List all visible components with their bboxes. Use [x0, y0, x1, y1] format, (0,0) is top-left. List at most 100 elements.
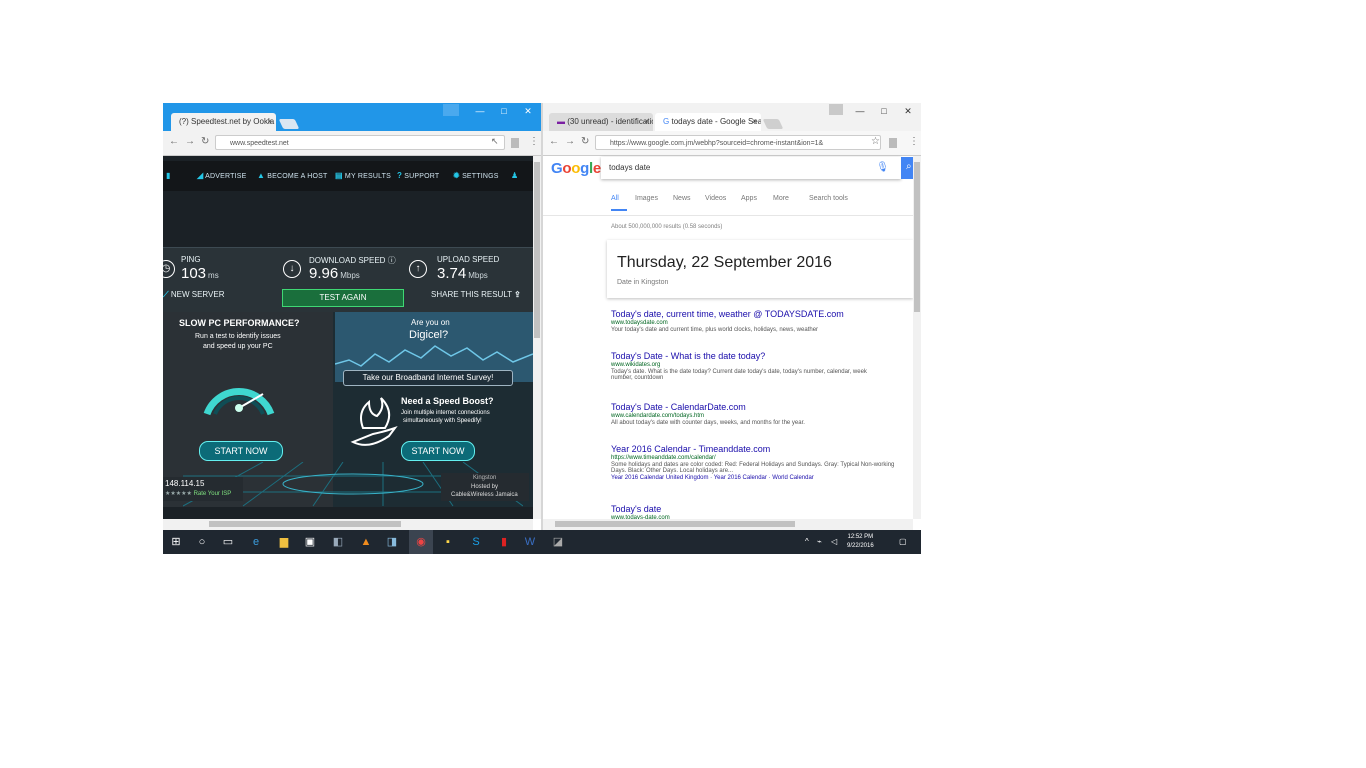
search-input[interactable]: todays date 🎙 — [601, 157, 901, 179]
result-snippet: Some holidays and dates are color coded:… — [611, 462, 895, 474]
result-title[interactable]: Today's Date - What is the date today? — [611, 351, 881, 361]
result-title[interactable]: Year 2016 Calendar - Timeanddate.com — [611, 444, 901, 454]
tab-google[interactable]: G todays date - Google Sea × — [655, 113, 761, 131]
tab-images[interactable]: Images — [635, 195, 658, 202]
active-tab-underline — [611, 209, 627, 211]
minimize-button[interactable]: — — [847, 103, 873, 119]
back-icon[interactable]: ← — [549, 136, 559, 147]
upload-icon: ↑ — [409, 260, 427, 278]
wave-graph-icon — [335, 345, 533, 367]
address-bar[interactable]: www.speedtest.net — [215, 135, 505, 150]
boost-line2: simultaneously with Speedify! — [403, 418, 482, 424]
acrobat-icon[interactable]: ▮ — [497, 535, 511, 549]
test-again-button[interactable]: TEST AGAIN — [282, 289, 404, 307]
nav-settings[interactable]: ✹ SETTINGS — [453, 171, 499, 180]
nav-advertise[interactable]: ◢ ADVERTISE — [197, 171, 246, 180]
star-icon[interactable]: ☆ — [871, 136, 880, 147]
minimize-button[interactable]: — — [467, 103, 493, 119]
address-bar[interactable]: https://www.google.com.jm/webhp?sourceid… — [595, 135, 881, 150]
menu-icon[interactable]: ⋮ — [909, 136, 919, 147]
new-tab-button[interactable] — [762, 119, 784, 129]
result-title[interactable]: Today's Date - CalendarDate.com — [611, 402, 805, 412]
app-icon[interactable]: ◨ — [385, 535, 399, 549]
forward-icon[interactable]: → — [565, 136, 575, 147]
profile-icon[interactable] — [829, 104, 843, 115]
scroll-thumb[interactable] — [914, 162, 920, 312]
ping-value: 103 ms — [181, 265, 219, 282]
share-result-link[interactable]: SHARE THIS RESULT ⇪ — [431, 290, 521, 299]
search-result: Today's Date - What is the date today? w… — [611, 351, 881, 381]
close-window-button[interactable]: ✕ — [895, 103, 921, 119]
result-sitelinks[interactable]: Year 2016 Calendar United Kingdom · Year… — [611, 475, 901, 481]
network-icon[interactable]: ⌁ — [817, 537, 822, 546]
reload-icon[interactable]: ↻ — [581, 136, 589, 147]
app-icon[interactable]: ◪ — [551, 535, 565, 549]
extension-icon[interactable] — [889, 138, 897, 148]
ip-panel: 148.114.15 ★★★★★ Rate Your ISP — [163, 477, 243, 501]
speedtest-nav: ▮ ◢ ADVERTISE ▲ BECOME A HOST ▤ MY RESUL… — [163, 161, 533, 191]
new-tab-button[interactable] — [278, 119, 300, 129]
vertical-scrollbar[interactable] — [533, 156, 541, 519]
google-browser-window: ▬ (30 unread) - identification × G today… — [543, 103, 921, 530]
h-scroll-thumb[interactable] — [555, 521, 795, 527]
tab-mail[interactable]: ▬ (30 unread) - identification × — [549, 113, 653, 131]
reload-icon[interactable]: ↻ — [201, 136, 209, 147]
google-logo[interactable]: Google — [551, 160, 601, 177]
cortana-icon[interactable]: ○ — [195, 535, 209, 549]
tab-all[interactable]: All — [611, 195, 619, 202]
horizontal-scrollbar[interactable] — [543, 519, 913, 530]
tab-apps[interactable]: Apps — [741, 195, 757, 202]
forward-icon[interactable]: → — [185, 136, 195, 147]
host-panel[interactable]: Kingston Hosted by Cable&Wireless Jamaic… — [441, 473, 529, 501]
app-icon[interactable]: ◧ — [331, 535, 345, 549]
nav-user-icon[interactable]: ♟ — [511, 171, 518, 180]
scroll-thumb[interactable] — [534, 162, 540, 338]
rate-isp[interactable]: ★★★★★ Rate Your ISP — [165, 490, 231, 497]
result-title[interactable]: Today's date, current time, weather @ TO… — [611, 309, 844, 319]
sticky-notes-icon[interactable]: ▪ — [441, 535, 455, 549]
tab-more[interactable]: More — [773, 195, 789, 202]
menu-icon[interactable]: ⋮ — [529, 136, 539, 147]
survey-button[interactable]: Take our Broadband Internet Survey! — [343, 370, 513, 386]
close-window-button[interactable]: ✕ — [515, 103, 541, 119]
skype-icon[interactable]: S — [469, 535, 483, 549]
nav-support[interactable]: ? SUPPORT — [397, 171, 439, 180]
start-now-button-2[interactable]: START NOW — [401, 441, 475, 461]
maximize-button[interactable]: □ — [491, 103, 517, 119]
close-tab-icon[interactable]: × — [267, 113, 272, 131]
tab-search-tools[interactable]: Search tools — [809, 195, 848, 202]
close-tab-icon[interactable]: × — [752, 113, 757, 131]
volume-icon[interactable]: ◁ — [831, 537, 837, 546]
tray-chevron-icon[interactable]: ^ — [805, 537, 809, 546]
nav-become-host[interactable]: ▲ BECOME A HOST — [257, 171, 327, 180]
word-icon[interactable]: W — [523, 535, 537, 549]
tab-speedtest[interactable]: (?) Speedtest.net by Ookla × — [171, 113, 276, 131]
new-server-link[interactable]: ⟋ NEW SERVER — [163, 290, 224, 300]
nav-my-results[interactable]: ▤ MY RESULTS — [335, 171, 391, 180]
profile-icon[interactable] — [443, 104, 459, 116]
microphone-icon[interactable]: 🎙 — [876, 157, 889, 179]
file-explorer-icon[interactable]: ▆ — [277, 535, 291, 549]
vlc-icon[interactable]: ▲ — [359, 535, 373, 549]
start-windows-icon[interactable]: ⊞ — [169, 535, 183, 549]
extension-icon[interactable] — [511, 138, 519, 148]
horizontal-scrollbar[interactable] — [163, 519, 533, 530]
store-icon[interactable]: ▣ — [303, 535, 317, 549]
boost-line1: Join multiple internet connections — [401, 410, 490, 416]
tab-videos[interactable]: Videos — [705, 195, 726, 202]
edge-icon[interactable]: e — [249, 535, 263, 549]
task-view-icon[interactable]: ▭ — [221, 535, 235, 549]
start-now-button-1[interactable]: START NOW — [199, 441, 283, 461]
h-scroll-thumb[interactable] — [209, 521, 401, 527]
vertical-scrollbar[interactable] — [913, 156, 921, 519]
clock[interactable]: 12:52 PM 9/22/2016 — [847, 533, 874, 551]
back-icon[interactable]: ← — [169, 136, 179, 147]
tab-news[interactable]: News — [673, 195, 691, 202]
chrome-icon[interactable]: ◉ — [414, 535, 428, 549]
close-tab-icon[interactable]: × — [644, 113, 649, 131]
result-title[interactable]: Today's date — [611, 504, 670, 514]
date-answer-card: Thursday, 22 September 2016 Date in King… — [607, 240, 913, 298]
toolbar: ← → ↻ https://www.google.com.jm/webhp?so… — [543, 131, 921, 156]
notifications-icon[interactable]: ▢ — [899, 537, 907, 546]
maximize-button[interactable]: □ — [871, 103, 897, 119]
